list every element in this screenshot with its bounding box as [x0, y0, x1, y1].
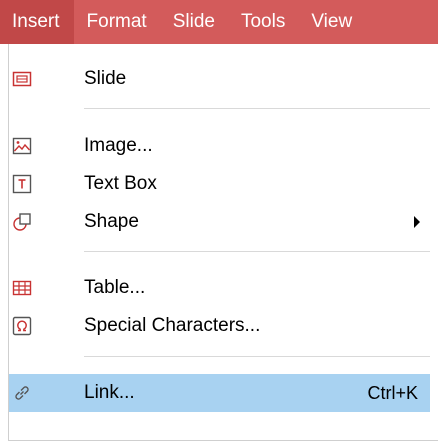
- submenu-arrow-icon: [414, 216, 420, 228]
- menu-item-label: Link...: [84, 382, 135, 403]
- insert-dropdown-menu: Slide Image... Text Box Shape Table... S…: [8, 44, 438, 441]
- menu-item-special-characters[interactable]: Special Characters...: [9, 307, 430, 345]
- menu-format[interactable]: Format: [74, 0, 160, 44]
- menu-item-table[interactable]: Table...: [9, 269, 430, 307]
- image-icon: [12, 137, 32, 155]
- separator: [84, 251, 430, 252]
- text-box-icon: [12, 174, 32, 194]
- menu-item-label: Shape: [84, 211, 139, 232]
- menu-item-label: Table...: [84, 277, 146, 298]
- menu-view[interactable]: View: [298, 0, 365, 44]
- menu-bar: Insert Format Slide Tools View: [0, 0, 438, 44]
- menu-item-label: Image...: [84, 135, 153, 156]
- menu-item-label: Slide: [84, 68, 127, 89]
- link-icon: [15, 386, 29, 400]
- slide-icon: [12, 71, 32, 87]
- separator: [84, 356, 430, 357]
- menu-slide[interactable]: Slide: [160, 0, 228, 44]
- table-icon: [12, 280, 32, 296]
- menu-item-text-box[interactable]: Text Box: [9, 165, 430, 203]
- shape-icon: [13, 213, 31, 231]
- menu-item-shape[interactable]: Shape: [9, 203, 430, 241]
- shortcut-label: Ctrl+K: [367, 383, 418, 403]
- menu-item-label: Special Characters...: [84, 315, 261, 336]
- menu-insert[interactable]: Insert: [0, 0, 74, 44]
- menu-item-slide[interactable]: Slide: [9, 60, 430, 98]
- separator: [84, 108, 430, 109]
- menu-item-label: Text Box: [84, 173, 157, 194]
- menu-item-image[interactable]: Image...: [9, 127, 430, 165]
- menu-tools[interactable]: Tools: [228, 0, 298, 44]
- omega-icon: [12, 316, 32, 336]
- app-window: Insert Format Slide Tools View Slide Ima…: [0, 0, 438, 441]
- menu-item-link[interactable]: Link... Ctrl+K: [9, 374, 430, 412]
